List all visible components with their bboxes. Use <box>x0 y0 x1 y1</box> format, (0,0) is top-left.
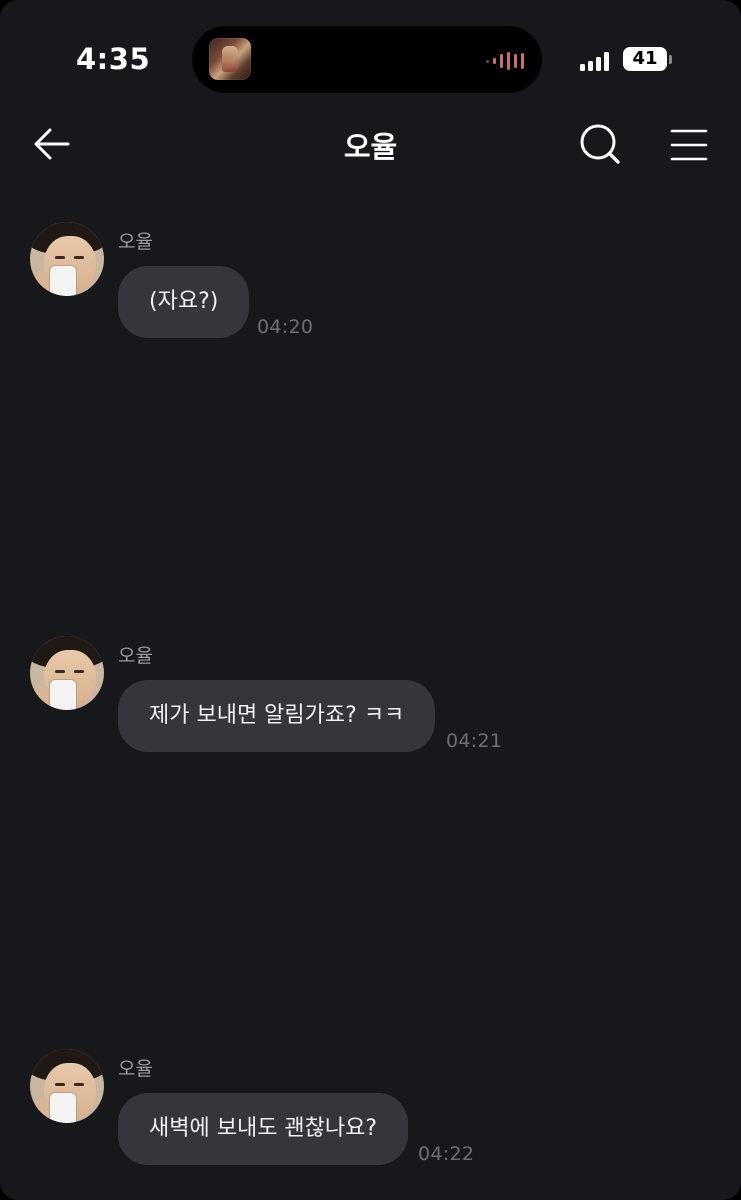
sender-name: 오율 <box>118 231 153 253</box>
message-row: 오율 (자요?) 04:20 <box>0 222 741 362</box>
cellular-signal-icon <box>580 52 609 71</box>
avatar-phone <box>50 1093 76 1123</box>
avatar[interactable] <box>30 1049 104 1123</box>
message-bubble[interactable]: (자요?) <box>118 266 250 338</box>
avatar-eye <box>55 1083 65 1086</box>
audio-waveform-icon <box>486 52 524 70</box>
status-time: 4:35 <box>76 42 151 76</box>
menu-button[interactable] <box>668 124 710 166</box>
battery-cap <box>669 55 672 64</box>
message-row: 오율 제가 보내면 알림가죠? ㅋㅋ 04:21 <box>0 636 741 776</box>
avatar[interactable] <box>30 636 104 710</box>
dynamic-island[interactable] <box>192 26 542 93</box>
sender-name: 오율 <box>118 645 153 667</box>
search-button[interactable] <box>576 120 624 168</box>
hamburger-menu-icon <box>670 129 708 161</box>
message-bubble[interactable]: 제가 보내면 알림가죠? ㅋㅋ <box>118 680 436 752</box>
sender-name: 오율 <box>118 1058 153 1080</box>
search-icon <box>580 124 620 164</box>
message-row: 오율 새벽에 보내도 괜찮나요? 04:22 <box>0 1049 741 1189</box>
avatar[interactable] <box>30 222 104 296</box>
avatar-eye <box>55 256 65 259</box>
avatar-eye <box>74 1083 84 1086</box>
message-time: 04:20 <box>257 316 314 338</box>
avatar-phone <box>50 266 76 296</box>
avatar-phone <box>50 680 76 710</box>
avatar-eye <box>74 256 84 259</box>
battery-icon: 41 <box>623 47 667 71</box>
album-artwork[interactable] <box>209 38 251 80</box>
avatar-eye <box>74 670 84 673</box>
avatar-eye <box>55 670 65 673</box>
message-time: 04:21 <box>446 730 503 752</box>
chat-screen: 4:35 41 오율 오율 (자요?) 04:20 오율 제가 보내면 알림가죠… <box>0 0 741 1200</box>
chat-title: 오율 <box>343 130 398 164</box>
message-time: 04:22 <box>418 1143 475 1165</box>
message-bubble[interactable]: 새벽에 보내도 괜찮나요? <box>118 1093 409 1165</box>
